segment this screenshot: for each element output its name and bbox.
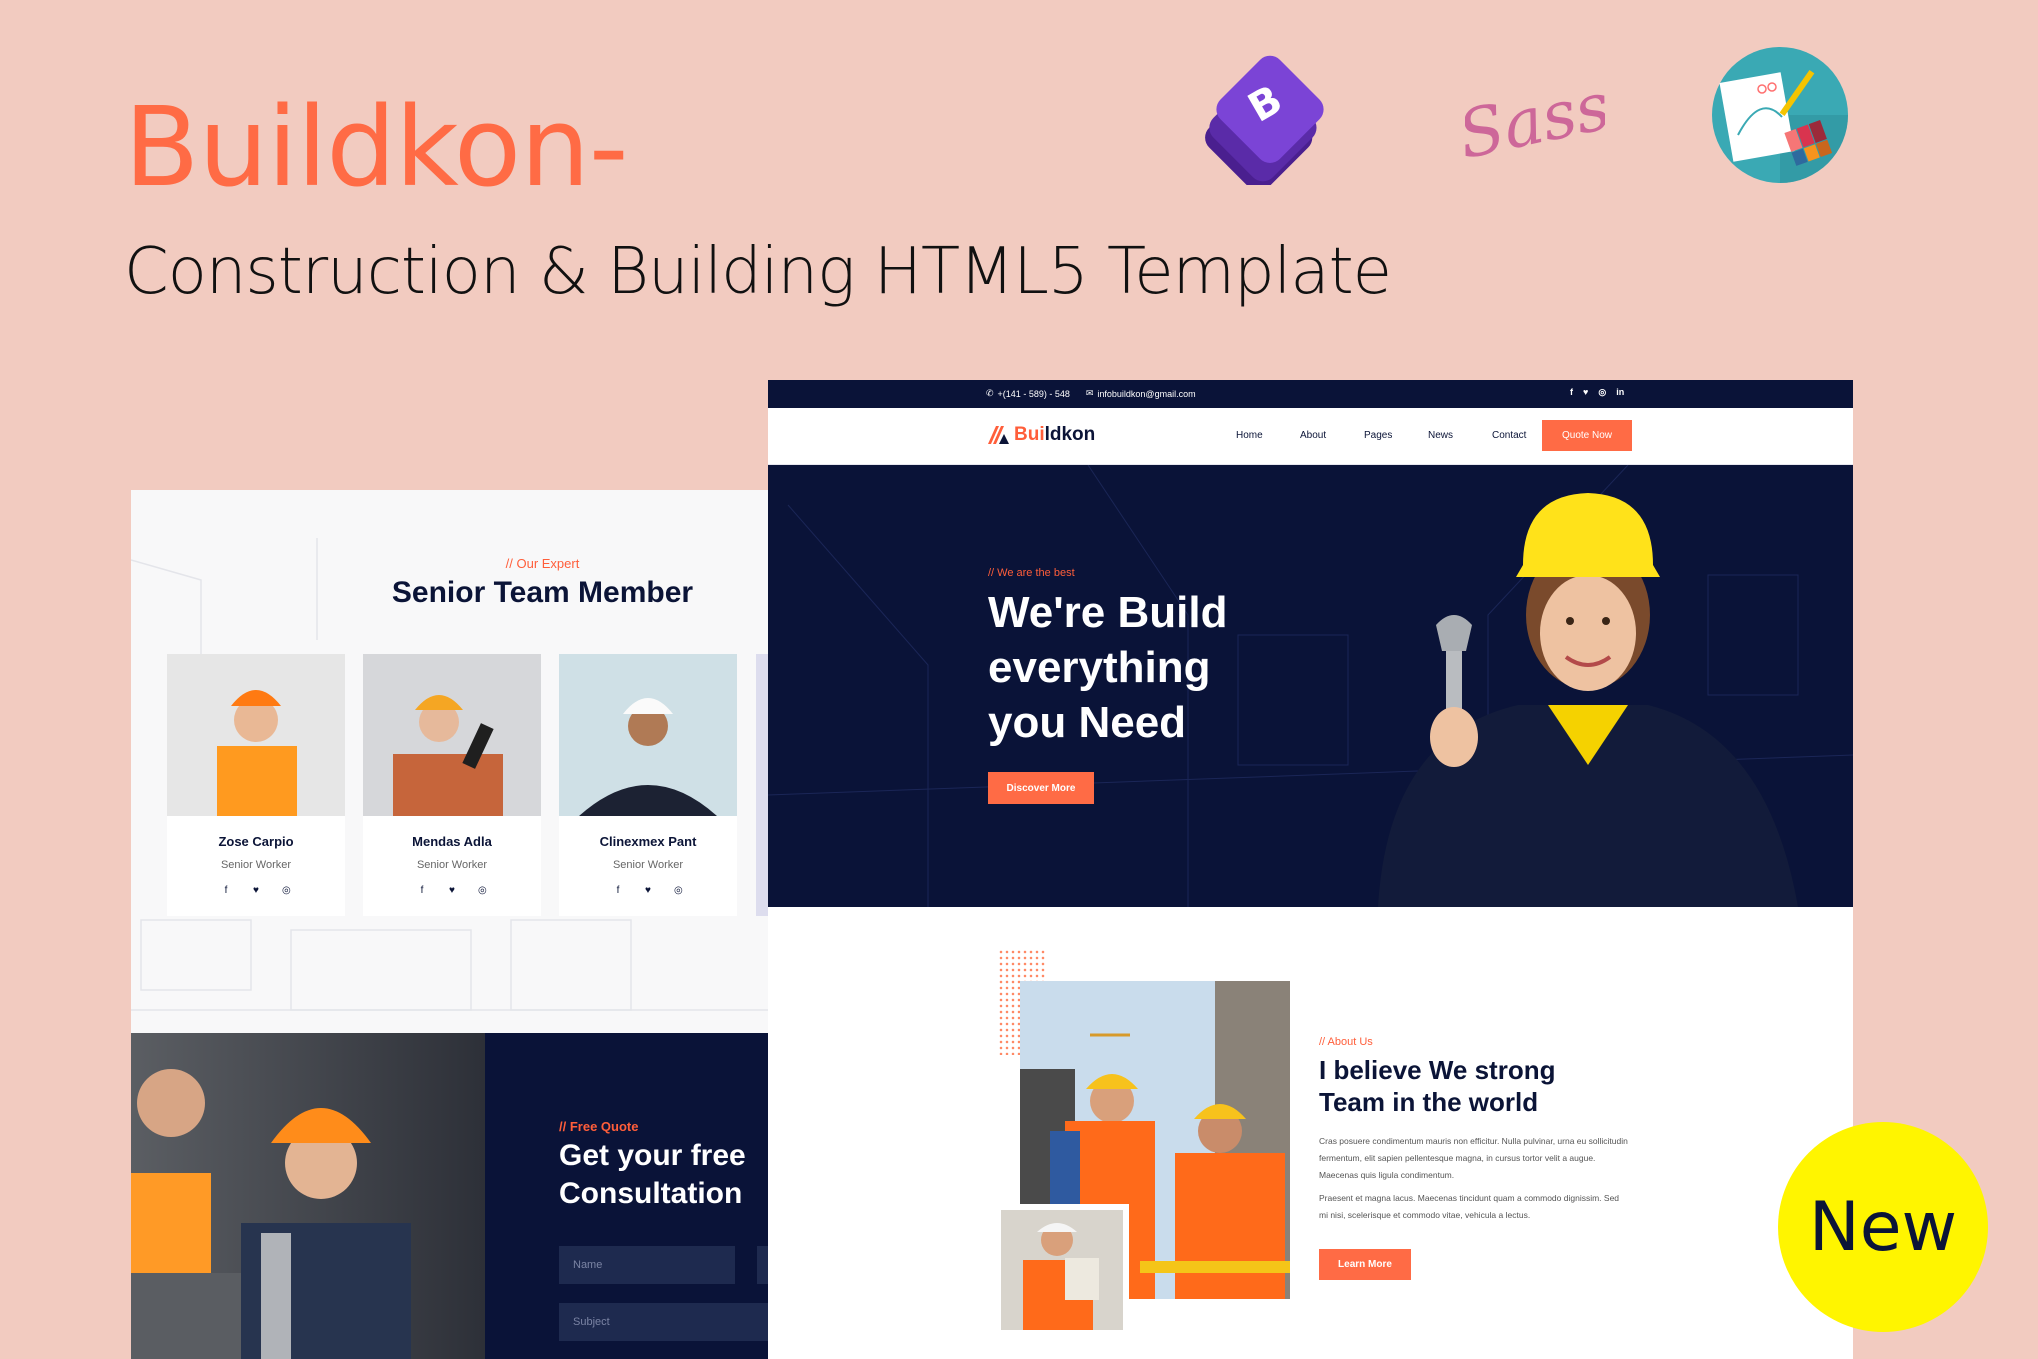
team-card: Clinexmex Pant Senior Worker f ♥ ◎	[559, 654, 737, 916]
brand-title: Buildkon-	[124, 83, 629, 211]
team-member-photo	[363, 654, 541, 816]
free-quote-section: // Free Quote Get your free Consultation	[131, 1033, 768, 1359]
phone-icon: ✆	[986, 388, 994, 398]
hero-title: We're Build everything you Need	[988, 585, 1328, 750]
team-member-role: Senior Worker	[416, 859, 488, 871]
site-logo[interactable]: Buildkon	[988, 424, 1095, 446]
hero-section: // We are the best We're Build everythin…	[768, 465, 1853, 907]
twitter-icon[interactable]: ♥	[644, 885, 652, 896]
quote-now-button[interactable]: Quote Now	[1542, 420, 1632, 451]
twitter-icon[interactable]: ♥	[448, 885, 456, 896]
workers-photo	[131, 1033, 485, 1359]
hero-worker-image	[1378, 493, 1798, 907]
team-card-partial	[756, 654, 768, 916]
subject-input[interactable]	[559, 1303, 768, 1341]
instagram-icon[interactable]: ◎	[674, 885, 683, 896]
about-tag: // About Us	[1319, 1036, 1373, 1048]
team-section-title: Senior Team Member	[391, 576, 694, 609]
quote-section-title: Get your free Consultation	[559, 1137, 746, 1213]
logo-accent-text: Bui	[1014, 424, 1045, 445]
about-secondary-image	[995, 1204, 1129, 1336]
team-member-name: Zose Carpio	[218, 834, 294, 849]
linkedin-icon[interactable]: in	[1616, 387, 1624, 398]
sass-text: Sass	[1465, 67, 1605, 174]
team-preview-panel: // Our Expert Senior Team Member Zose Ca…	[131, 490, 768, 1359]
homepage-preview-panel: ✆ +(141 - 589) - 548 ✉ infobuildkon@gmail.…	[768, 380, 1853, 1359]
facebook-icon[interactable]: f	[614, 885, 622, 896]
team-member-name: Mendas Adla	[412, 834, 492, 849]
hero-tag: // We are the best	[988, 567, 1075, 579]
new-badge: New	[1778, 1122, 1988, 1332]
discover-more-button[interactable]: Discover More	[988, 772, 1094, 804]
phone-number: +(141 - 589) - 548	[997, 388, 1070, 399]
quote-section-tag: // Free Quote	[559, 1119, 639, 1134]
brand-subtitle: Construction & Building HTML5 Template	[124, 235, 1392, 309]
learn-more-button[interactable]: Learn More	[1319, 1249, 1411, 1280]
logo-text: ldkon	[1044, 424, 1096, 445]
facebook-icon[interactable]: f	[418, 885, 426, 896]
topbar: ✆ +(141 - 589) - 548 ✉ infobuildkon@gmail.…	[768, 380, 1853, 408]
logo-mark-icon	[988, 426, 1009, 444]
about-title: I believe We strong Team in the world	[1319, 1054, 1555, 1118]
team-card: Zose Carpio Senior Worker f ♥ ◎	[167, 654, 345, 916]
quote-title-line1: Get your free	[559, 1139, 746, 1172]
team-member-name: Clinexmex Pant	[599, 834, 697, 849]
email-address: infobuildkon@gmail.com	[1097, 388, 1196, 399]
team-card: Mendas Adla Senior Worker f ♥ ◎	[363, 654, 541, 916]
team-member-role: Senior Worker	[220, 859, 292, 871]
instagram-icon[interactable]: ◎	[282, 885, 291, 896]
sass-logo-icon: Sass	[1452, 45, 1617, 185]
team-section-tag: // Our Expert	[505, 556, 580, 571]
about-title-line2: Team in the world	[1319, 1087, 1539, 1117]
bootstrap-logo-icon: B	[1200, 45, 1340, 192]
design-palette-icon	[1710, 45, 1850, 185]
email-input-partial[interactable]	[757, 1246, 768, 1284]
nav-home[interactable]: Home	[1236, 430, 1300, 441]
about-paragraph-1: Cras posuere condimentum mauris non effi…	[1319, 1136, 1628, 1180]
email-contact[interactable]: ✉ infobuildkon@gmail.com	[1086, 388, 1196, 399]
about-section: // About Us I believe We strong Team in …	[768, 907, 1853, 1359]
hero-title-line3: you Need	[988, 698, 1187, 747]
about-paragraph-2: Praesent et magna lacus. Maecenas tincid…	[1319, 1193, 1620, 1220]
nav-about[interactable]: About	[1300, 430, 1364, 441]
hero-title-line2: everything	[988, 643, 1211, 692]
facebook-icon[interactable]: f	[222, 885, 230, 896]
name-input[interactable]	[559, 1246, 735, 1284]
envelope-icon: ✉	[1085, 388, 1094, 398]
twitter-icon[interactable]: ♥	[252, 885, 260, 896]
twitter-icon[interactable]: ♥	[1583, 387, 1588, 398]
navbar: Buildkon Home About Pages News Contact Q…	[768, 408, 1853, 465]
instagram-icon[interactable]: ◎	[478, 885, 487, 896]
nav-news[interactable]: News	[1428, 430, 1492, 441]
team-member-photo	[167, 654, 345, 816]
quote-title-line2: Consultation	[559, 1177, 743, 1210]
about-title-line1: I believe We strong	[1319, 1055, 1556, 1085]
nav-pages[interactable]: Pages	[1364, 430, 1428, 441]
hero-title-line1: We're Build	[988, 588, 1228, 637]
instagram-icon[interactable]: ◎	[1598, 387, 1606, 398]
phone-contact[interactable]: ✆ +(141 - 589) - 548	[986, 388, 1070, 399]
facebook-icon[interactable]: f	[1570, 387, 1573, 398]
team-member-role: Senior Worker	[612, 859, 684, 871]
team-member-photo	[559, 654, 737, 816]
